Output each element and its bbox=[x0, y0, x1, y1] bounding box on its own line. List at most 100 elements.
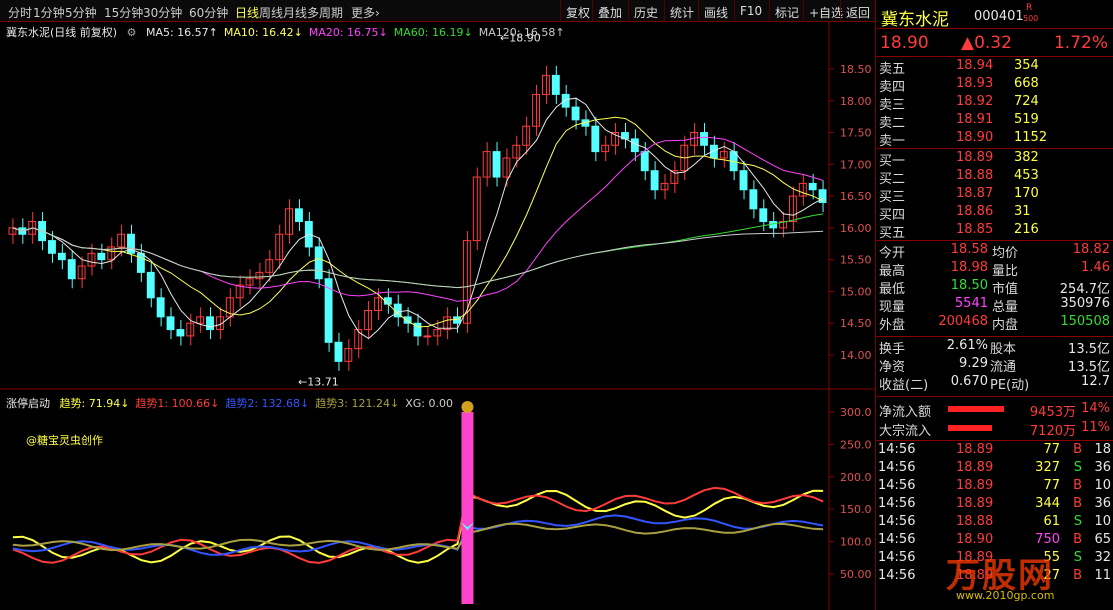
action-button-2[interactable]: 历史 bbox=[634, 4, 658, 21]
panel-row: 最低 18.50 市值 254.7亿 bbox=[876, 278, 1113, 297]
candle-down bbox=[591, 125, 600, 153]
stat-value: 0.670 bbox=[950, 374, 988, 389]
stat-label: 今开 bbox=[879, 246, 906, 261]
candle-down bbox=[334, 341, 343, 362]
low-marker: ←13.71 bbox=[298, 375, 339, 388]
period-tab-7[interactable]: 周线 bbox=[259, 4, 283, 21]
period-tab-10[interactable]: 更多› bbox=[351, 4, 380, 21]
period-tab-2[interactable]: 5分钟 bbox=[65, 4, 97, 21]
bid-label: 买三 bbox=[879, 190, 906, 205]
period-tab-1[interactable]: 1分钟 bbox=[33, 4, 65, 21]
indicator-legend: 涨停启动 趋势: 71.94↓ 趋势1: 100.66↓ 趋势2: 132.68↓ 趋… bbox=[6, 395, 465, 411]
tick-count: 36 bbox=[1094, 460, 1111, 475]
ma-legend-item: MA20: 16.75↓ bbox=[308, 26, 388, 39]
panel-row: 现量 5541 总量 350976 bbox=[876, 296, 1113, 315]
panel-row: 冀东水泥 000401 R 500 bbox=[876, 3, 1113, 30]
ask-label: 卖五 bbox=[879, 62, 906, 77]
panel-row: 14:56 18.89 344 B 36 bbox=[876, 496, 1113, 514]
candle-down bbox=[749, 189, 758, 210]
action-button-0[interactable]: 复权 bbox=[566, 4, 590, 21]
indicator-legend-item: XG: 0.00 bbox=[405, 397, 453, 410]
action-button-7[interactable]: +自选 bbox=[809, 4, 843, 21]
action-button-5[interactable]: F10 bbox=[740, 4, 762, 18]
flow-value: 7120万 bbox=[1029, 424, 1076, 439]
stat-label: 收益(二) bbox=[879, 378, 929, 393]
panel-row: 买二 18.88 453 bbox=[876, 168, 1113, 187]
tick-count: 18 bbox=[1094, 442, 1111, 457]
bid-volume: 31 bbox=[1014, 204, 1031, 219]
action-button-1[interactable]: 叠加 bbox=[598, 4, 622, 21]
stat-value: 254.7亿 bbox=[1059, 282, 1110, 297]
indicator-tick-label: 150.0 bbox=[840, 503, 872, 516]
tick-price: 18.88 bbox=[956, 514, 994, 529]
period-tab-9[interactable]: 多周期 bbox=[307, 4, 343, 21]
tick-volume: 61 bbox=[1043, 514, 1060, 529]
candle-down bbox=[146, 271, 155, 299]
action-button-3[interactable]: 统计 bbox=[670, 4, 694, 21]
period-tab-8[interactable]: 月线 bbox=[283, 4, 307, 21]
tick-price: 18.89 bbox=[956, 460, 994, 475]
tick-volume: 344 bbox=[1035, 496, 1060, 511]
panel-row: 14:56 18.89 327 S 36 bbox=[876, 460, 1113, 478]
stat-label: 最低 bbox=[879, 282, 906, 297]
tick-time: 14:56 bbox=[878, 532, 916, 547]
ma-legend-item: MA120: 16.58↑ bbox=[478, 26, 565, 39]
ask-volume: 1152 bbox=[1014, 130, 1048, 145]
settings-icon[interactable]: ⚙ bbox=[127, 26, 137, 39]
stock-code: 000401 bbox=[974, 9, 1024, 24]
tick-price: 18.89 bbox=[956, 496, 994, 511]
tick-count: 11 bbox=[1094, 568, 1111, 583]
tick-time: 14:56 bbox=[878, 478, 916, 493]
candle-down bbox=[739, 170, 748, 191]
candle-down bbox=[97, 252, 106, 261]
period-tab-5[interactable]: 60分钟 bbox=[189, 4, 228, 21]
main-chart-legend: 冀东水泥(日线 前复权) ⚙ MA5: 16.57↑ MA10: 16.42↓ MA… bbox=[6, 24, 577, 40]
period-tab-0[interactable]: 分时 bbox=[8, 4, 32, 21]
chart-area[interactable]: 18.50 18.00 17.50 17.00 16.50 16.00 15.50 15.00… bbox=[0, 22, 875, 610]
flow-bar bbox=[948, 406, 1004, 412]
ma10-line bbox=[12, 116, 824, 328]
ma20-line bbox=[12, 136, 824, 302]
bid-volume: 216 bbox=[1014, 222, 1039, 237]
tick-price: 18.90 bbox=[956, 532, 994, 547]
period-tab-4[interactable]: 30分钟 bbox=[143, 4, 182, 21]
indicator-legend-item: 趋势: 71.94↓ bbox=[59, 397, 130, 410]
tick-side: S bbox=[1073, 514, 1082, 529]
candle-down bbox=[314, 246, 323, 280]
bid-volume: 170 bbox=[1014, 186, 1039, 201]
candle-up bbox=[423, 335, 432, 338]
candle-down bbox=[57, 252, 66, 261]
trend1-line bbox=[12, 486, 824, 564]
stat-label: 均价 bbox=[992, 246, 1019, 261]
toolbar-divider bbox=[664, 0, 665, 22]
ask-price: 18.93 bbox=[956, 76, 994, 91]
panel-row: 卖二 18.91 519 bbox=[876, 112, 1113, 131]
candle-down bbox=[176, 329, 185, 337]
bid-label: 买二 bbox=[879, 172, 906, 187]
candle-down bbox=[67, 259, 76, 280]
indicator-legend-item: 趋势1: 100.66↓ bbox=[135, 397, 220, 410]
tick-count: 65 bbox=[1094, 532, 1111, 547]
bid-label: 买五 bbox=[879, 226, 906, 241]
stat-value: 200468 bbox=[938, 314, 988, 329]
action-button-4[interactable]: 画线 bbox=[704, 4, 728, 21]
indicator-tick-label: 100.0 bbox=[840, 536, 872, 549]
stat-value: 1.46 bbox=[1081, 260, 1110, 275]
period-tab-6[interactable]: 日线 bbox=[235, 4, 259, 21]
period-toolbar: 分时 1分钟 5分钟 15分钟 30分钟 60分钟 日线 周线 月线 多周期 更多› 复权 叠加 历史 统计… bbox=[0, 0, 875, 22]
candle-down bbox=[640, 151, 649, 172]
action-button-8[interactable]: 返回 bbox=[846, 4, 870, 21]
panel-row: 净资 9.29 流通 13.5亿 bbox=[876, 356, 1113, 375]
stat-label: 外盘 bbox=[879, 318, 906, 333]
period-tab-3[interactable]: 15分钟 bbox=[104, 4, 143, 21]
stat-value: 150508 bbox=[1060, 314, 1110, 329]
ask-label: 卖三 bbox=[879, 98, 906, 113]
quote-change-pct: 1.72% bbox=[1053, 33, 1108, 53]
candle-down bbox=[551, 74, 560, 95]
flow-bar bbox=[948, 425, 992, 431]
action-button-6[interactable]: 标记 bbox=[775, 4, 799, 21]
trend2-line bbox=[12, 514, 824, 556]
tick-side: B bbox=[1073, 442, 1082, 457]
price-tick-label: 14.50 bbox=[840, 317, 872, 330]
tick-volume: 327 bbox=[1035, 460, 1060, 475]
